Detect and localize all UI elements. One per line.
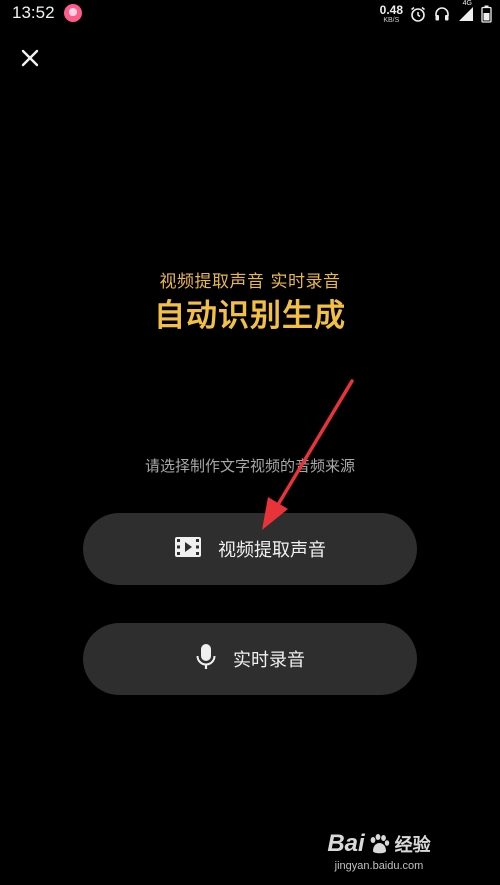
close-icon	[21, 49, 39, 67]
realtime-record-button[interactable]: 实时录音	[83, 623, 417, 695]
app-notification-icon	[64, 4, 82, 22]
network-speed-unit: KB/S	[383, 17, 400, 24]
extract-video-audio-label: 视频提取声音	[218, 540, 326, 561]
alarm-icon	[409, 5, 427, 23]
jingyan-text: 经验	[394, 835, 431, 855]
status-bar: 13:52 4G 0.48 KB/S	[0, 0, 500, 28]
realtime-record-label: 实时录音	[233, 650, 305, 671]
close-button[interactable]	[18, 46, 42, 70]
signal-icon	[457, 5, 475, 23]
network-speed: 0.48 KB/S	[380, 4, 403, 24]
annotation-arrow	[262, 379, 354, 530]
source-hint: 请选择制作文字视频的音频来源	[144, 457, 355, 475]
status-time: 13:52	[12, 3, 55, 22]
video-film-icon	[174, 535, 202, 563]
baidu-logo-text: Bai	[327, 830, 365, 857]
baidu-jingyan-watermark: Bai 经验 jingyan.baidu.com	[284, 830, 474, 872]
baidu-logo: Bai 经验	[284, 830, 474, 858]
watermark-url: jingyan.baidu.com	[334, 860, 424, 872]
network-speed-value: 0.48	[379, 3, 403, 17]
baidu-paw-icon	[367, 832, 391, 856]
extract-video-audio-button[interactable]: 视频提取声音	[83, 513, 417, 585]
microphone-icon	[195, 643, 217, 675]
hero-headline: 自动识别生成	[154, 298, 346, 334]
status-icons: 0.48 KB/S	[380, 2, 492, 26]
headphones-icon	[433, 5, 451, 23]
hero-subtitle: 视频提取声音 实时录音	[159, 272, 341, 292]
battery-icon	[481, 5, 492, 23]
